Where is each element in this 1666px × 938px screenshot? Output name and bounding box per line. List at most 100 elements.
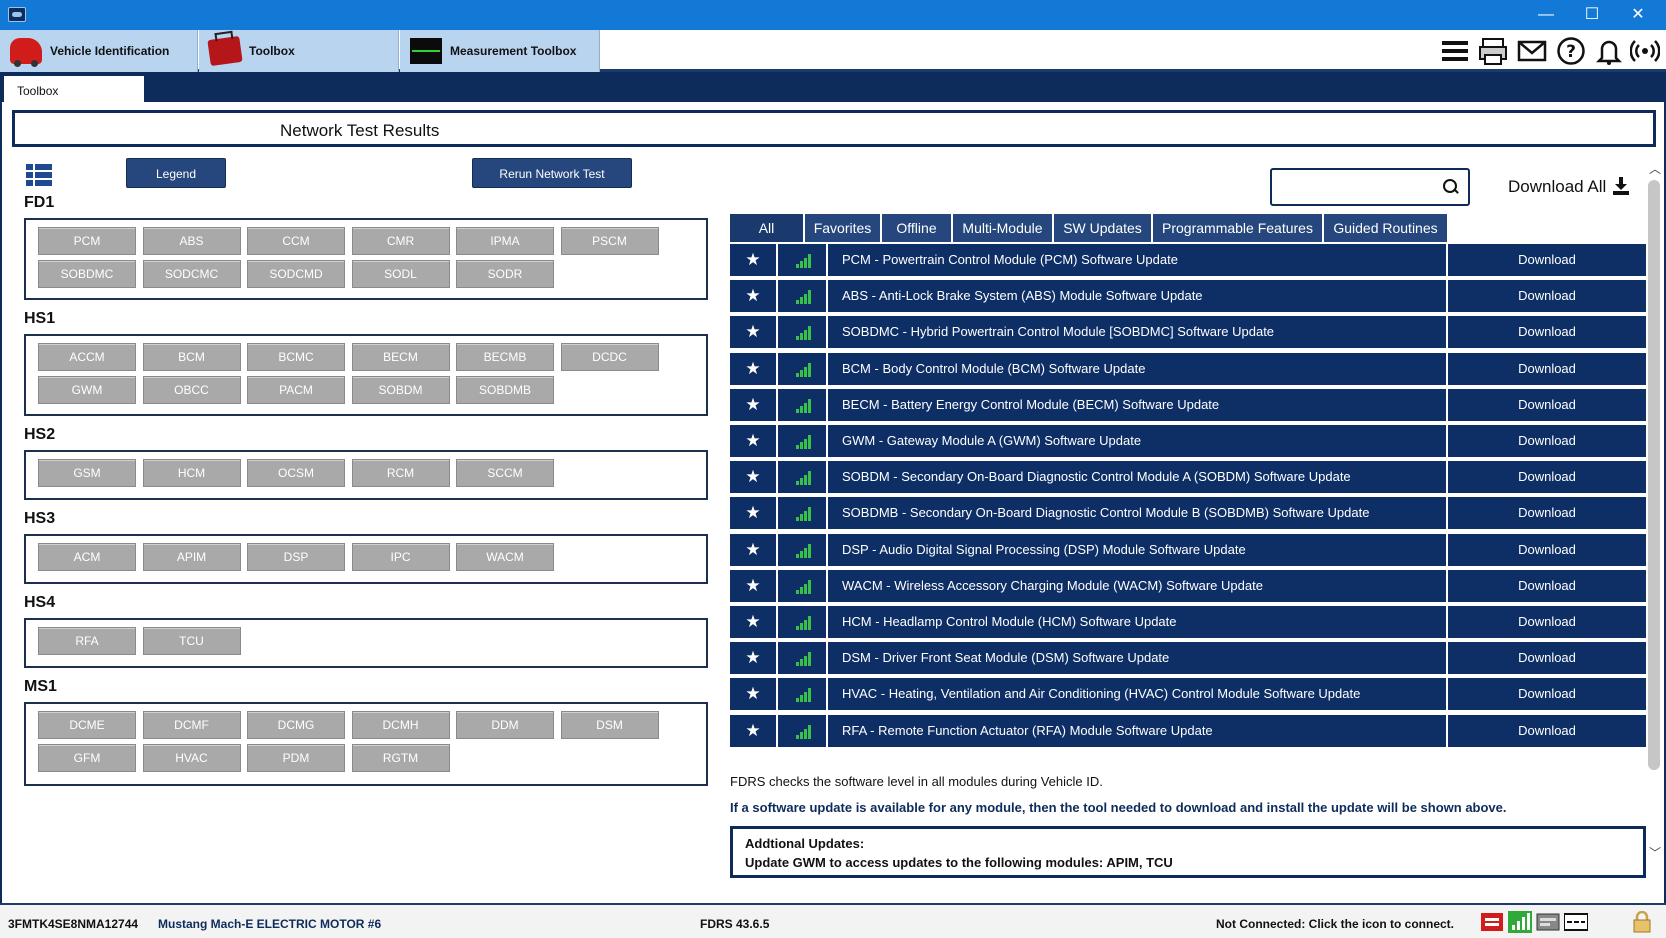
- module-button-ocsm[interactable]: OCSM: [247, 459, 345, 487]
- download-icon[interactable]: [1612, 176, 1630, 196]
- module-button-wacm[interactable]: WACM: [456, 543, 554, 571]
- help-icon[interactable]: ?: [1556, 36, 1586, 66]
- module-button-bcmc[interactable]: BCMC: [247, 343, 345, 371]
- module-button-dcme[interactable]: DCME: [38, 711, 136, 739]
- module-button-dcmf[interactable]: DCMF: [142, 711, 241, 739]
- update-row[interactable]: ★ HCM - Headlamp Control Module (HCM) Sof…: [730, 606, 1646, 640]
- update-row[interactable]: ★ BECM - Battery Energy Control Module (B…: [730, 388, 1646, 423]
- search-input[interactable]: [1270, 168, 1470, 206]
- download-button[interactable]: Download: [1448, 715, 1646, 747]
- module-button-becm[interactable]: BECM: [351, 343, 450, 371]
- module-button-pdm[interactable]: PDM: [247, 744, 345, 772]
- dashed-line-icon[interactable]: [1563, 911, 1589, 933]
- module-button-rgtm[interactable]: RGTM: [351, 744, 450, 772]
- module-button-dcmh[interactable]: DCMH: [351, 711, 450, 739]
- module-button-dsp[interactable]: DSP: [247, 543, 345, 571]
- download-button[interactable]: Download: [1448, 497, 1646, 529]
- update-row[interactable]: ★ DSM - Driver Front Seat Module (DSM) So…: [730, 642, 1646, 677]
- tab-vehicle-identification[interactable]: Vehicle Identification: [0, 30, 198, 72]
- module-button-rfa[interactable]: RFA: [38, 627, 136, 655]
- module-button-ddm[interactable]: DDM: [456, 711, 554, 739]
- vci-connect-icon[interactable]: [1480, 911, 1504, 933]
- legend-button[interactable]: Legend: [126, 158, 226, 188]
- module-button-becmb[interactable]: BECMB: [456, 343, 554, 371]
- download-button[interactable]: Download: [1448, 280, 1646, 312]
- download-button[interactable]: Download: [1448, 389, 1646, 421]
- filter-tab-programmable-features[interactable]: Programmable Features: [1153, 214, 1323, 242]
- update-row[interactable]: ★ PCM - Powertrain Control Module (PCM) S…: [730, 244, 1646, 278]
- module-button-tcu[interactable]: TCU: [142, 627, 241, 655]
- favorite-star-icon[interactable]: ★: [730, 606, 778, 638]
- subtab-toolbox[interactable]: Toolbox: [4, 76, 144, 102]
- favorite-star-icon[interactable]: ★: [730, 642, 778, 675]
- rerun-network-test-button[interactable]: Rerun Network Test: [472, 158, 632, 188]
- module-button-sobdmc[interactable]: SOBDMC: [38, 260, 136, 288]
- filter-tab-sw-updates[interactable]: SW Updates: [1054, 214, 1152, 242]
- module-button-pcm[interactable]: PCM: [38, 227, 136, 255]
- menu-icon[interactable]: [1440, 36, 1470, 66]
- filter-tab-multi-module[interactable]: Multi-Module: [953, 214, 1053, 242]
- module-button-acm[interactable]: ACM: [38, 543, 136, 571]
- module-button-gwm[interactable]: GWM: [38, 376, 136, 404]
- module-button-hcm[interactable]: HCM: [142, 459, 241, 487]
- module-button-sccm[interactable]: SCCM: [456, 459, 554, 487]
- download-button[interactable]: Download: [1448, 244, 1646, 276]
- minimize-button[interactable]: —: [1524, 0, 1568, 30]
- filter-tab-guided-routines[interactable]: Guided Routines: [1324, 214, 1448, 242]
- bell-icon[interactable]: [1594, 36, 1624, 66]
- update-row[interactable]: ★ GWM - Gateway Module A (GWM) Software U…: [730, 425, 1646, 459]
- favorite-star-icon[interactable]: ★: [730, 569, 778, 602]
- download-button[interactable]: Download: [1448, 570, 1646, 602]
- module-button-hvac[interactable]: HVAC: [142, 744, 241, 772]
- favorite-star-icon[interactable]: ★: [730, 316, 778, 349]
- module-button-cmr[interactable]: CMR: [351, 227, 450, 255]
- filter-tab-offline[interactable]: Offline: [882, 214, 952, 242]
- favorite-star-icon[interactable]: ★: [730, 533, 778, 566]
- update-row[interactable]: ★ SOBDMC - Hybrid Powertrain Control Modu…: [730, 316, 1646, 351]
- module-button-ipc[interactable]: IPC: [351, 543, 450, 571]
- module-button-pacm[interactable]: PACM: [247, 376, 345, 404]
- filter-tab-favorites[interactable]: Favorites: [805, 214, 881, 242]
- module-button-rcm[interactable]: RCM: [351, 459, 450, 487]
- signal-strength-icon[interactable]: [1508, 911, 1532, 933]
- favorite-star-icon[interactable]: ★: [730, 461, 778, 494]
- module-button-gsm[interactable]: GSM: [38, 459, 136, 487]
- update-row[interactable]: ★ HVAC - Heating, Ventilation and Air Con…: [730, 678, 1646, 713]
- favorite-star-icon[interactable]: ★: [730, 244, 778, 276]
- scroll-up-icon[interactable]: ︿: [1646, 160, 1664, 176]
- update-row[interactable]: ★ DSP - Audio Digital Signal Processing (…: [730, 533, 1646, 568]
- favorite-star-icon[interactable]: ★: [730, 714, 778, 747]
- favorite-star-icon[interactable]: ★: [730, 678, 778, 711]
- filter-tab-all[interactable]: All: [730, 214, 804, 242]
- module-button-sodcmd[interactable]: SODCMD: [247, 260, 345, 288]
- module-button-sobdm[interactable]: SOBDM: [351, 376, 450, 404]
- download-button[interactable]: Download: [1448, 642, 1646, 674]
- module-button-sodcmc[interactable]: SODCMC: [142, 260, 241, 288]
- favorite-star-icon[interactable]: ★: [730, 497, 778, 530]
- download-button[interactable]: Download: [1448, 606, 1646, 638]
- module-button-apim[interactable]: APIM: [142, 543, 241, 571]
- module-button-ipma[interactable]: IPMA: [456, 227, 554, 255]
- vertical-scrollbar[interactable]: ︿ ﹀: [1646, 160, 1664, 870]
- update-row[interactable]: ★ SOBDMB - Secondary On-Board Diagnostic …: [730, 497, 1646, 532]
- update-row[interactable]: ★ SOBDM - Secondary On-Board Diagnostic C…: [730, 461, 1646, 496]
- download-button[interactable]: Download: [1448, 353, 1646, 385]
- mail-icon[interactable]: [1517, 36, 1547, 66]
- download-button[interactable]: Download: [1448, 678, 1646, 710]
- favorite-star-icon[interactable]: ★: [730, 388, 778, 421]
- favorite-star-icon[interactable]: ★: [730, 352, 778, 385]
- lock-icon[interactable]: [1630, 910, 1654, 933]
- module-button-abs[interactable]: ABS: [142, 227, 241, 255]
- maximize-button[interactable]: ☐: [1570, 0, 1614, 30]
- tab-measurement-toolbox[interactable]: Measurement Toolbox: [400, 30, 600, 72]
- close-button[interactable]: ✕: [1616, 0, 1660, 30]
- broadcast-icon[interactable]: [1629, 36, 1661, 66]
- printer-icon[interactable]: [1478, 36, 1508, 66]
- download-button[interactable]: Download: [1448, 534, 1646, 566]
- download-button[interactable]: Download: [1448, 316, 1646, 348]
- vci-device-icon[interactable]: [1536, 911, 1560, 933]
- module-button-sobdmb[interactable]: SOBDMB: [456, 376, 554, 404]
- module-button-sodl[interactable]: SODL: [351, 260, 450, 288]
- module-button-ccm[interactable]: CCM: [247, 227, 345, 255]
- scroll-thumb[interactable]: [1648, 180, 1660, 770]
